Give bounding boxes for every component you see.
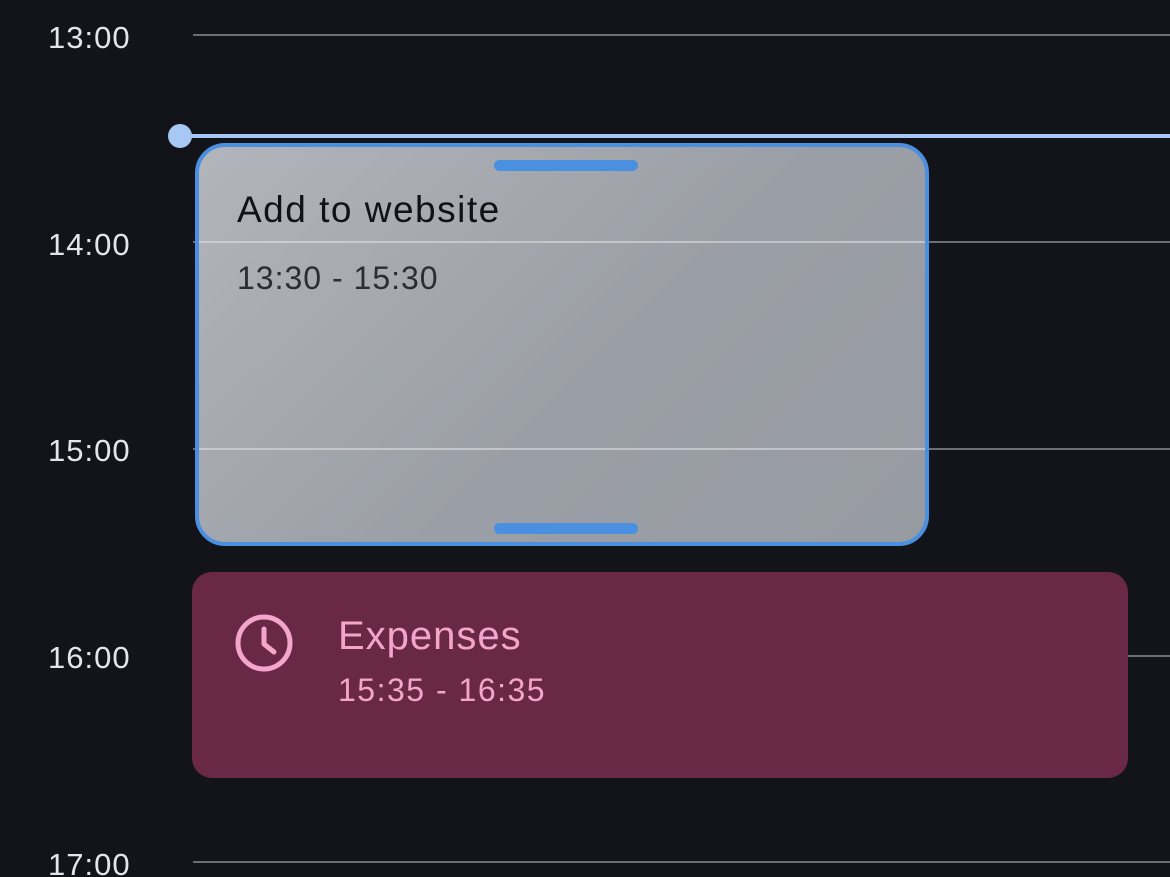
hour-label-17: 17:00 bbox=[48, 847, 131, 877]
hour-label-16: 16:00 bbox=[48, 640, 131, 675]
hour-label-13: 13:00 bbox=[48, 20, 131, 55]
resize-handle-top[interactable] bbox=[494, 160, 638, 171]
event-time: 13:30 - 15:30 bbox=[237, 260, 439, 296]
hour-gridline bbox=[193, 861, 1170, 863]
hour-label-15: 15:00 bbox=[48, 433, 131, 468]
current-time-line bbox=[180, 134, 1170, 138]
clock-icon bbox=[235, 614, 293, 672]
hour-label-14: 14:00 bbox=[48, 227, 131, 262]
event-title: Add to website bbox=[237, 189, 501, 230]
calendar-day-view: 13:00 14:00 15:00 16:00 17:00 Add to web… bbox=[0, 0, 1170, 877]
resize-handle-bottom[interactable] bbox=[494, 523, 638, 534]
hour-gridline bbox=[199, 241, 925, 243]
event-card-selected[interactable]: Add to website 13:30 - 15:30 bbox=[195, 143, 929, 546]
event-card-expenses[interactable]: Expenses 15:35 - 16:35 bbox=[192, 572, 1128, 778]
event-title: Expenses bbox=[338, 614, 522, 658]
hour-gridline bbox=[193, 34, 1170, 36]
current-time-dot bbox=[168, 124, 192, 148]
event-time: 15:35 - 16:35 bbox=[338, 672, 547, 708]
hour-gridline bbox=[199, 448, 925, 450]
